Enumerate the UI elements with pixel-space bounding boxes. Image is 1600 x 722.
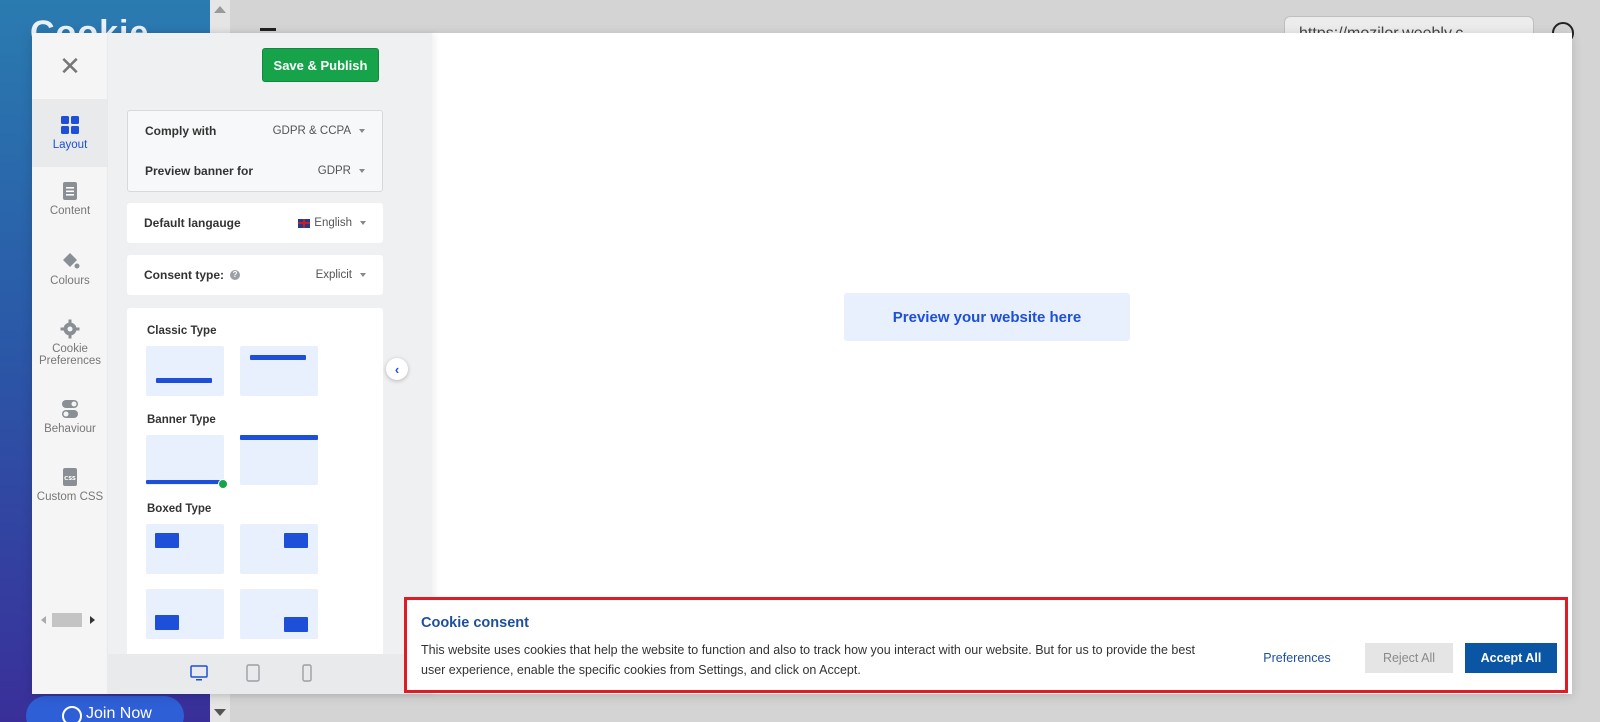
users-icon — [62, 706, 82, 722]
consent-type-label: Consent type: — [144, 268, 225, 282]
thumb-box — [284, 617, 308, 632]
banner-editor-modal: ✕ Layout Content Colours Cookie Preferen… — [32, 33, 1572, 694]
collapse-panel-button[interactable]: ‹ — [386, 358, 408, 380]
grid-icon — [61, 116, 79, 134]
rail-item-label: Content — [49, 205, 91, 217]
chevron-down-icon — [359, 169, 365, 173]
join-now-button[interactable]: Join Now — [26, 696, 184, 722]
preview-placeholder: Preview your website here — [844, 293, 1130, 341]
preview-banner-value: GDPR — [317, 165, 351, 177]
rail-item-label: Cookie Preferences — [38, 343, 101, 367]
toggle-icon — [62, 400, 78, 418]
rail-item-cookie-preferences[interactable]: Cookie Preferences — [32, 319, 108, 367]
gear-icon — [60, 319, 80, 339]
rail-item-layout[interactable]: Layout — [32, 99, 108, 167]
thumb-bar — [250, 355, 306, 360]
classic-type-title: Classic Type — [147, 325, 217, 337]
cookie-title: Cookie consent — [421, 615, 529, 631]
boxed-type-title: Boxed Type — [147, 503, 212, 515]
close-icon[interactable]: ✕ — [59, 51, 81, 82]
preview-banner-row[interactable]: Preview banner for GDPR — [128, 151, 382, 191]
save-publish-button[interactable]: Save & Publish — [262, 48, 379, 82]
consent-type-select[interactable]: Explicit — [316, 269, 366, 281]
chevron-left-icon: ‹ — [394, 361, 400, 377]
rail-item-behaviour[interactable]: Behaviour — [32, 399, 108, 435]
scroll-down-arrow-icon[interactable] — [214, 709, 226, 716]
comply-with-value: GDPR & CCPA — [272, 125, 351, 137]
document-icon — [63, 182, 77, 200]
preview-banner-label: Preview banner for — [145, 164, 254, 178]
boxed-top-right-thumb[interactable] — [240, 524, 318, 574]
consent-card: Consent type: ? Explicit — [127, 255, 383, 295]
boxed-bottom-right-thumb[interactable] — [240, 589, 318, 639]
uk-flag-icon — [298, 218, 311, 228]
editor-rail: ✕ Layout Content Colours Cookie Preferen… — [32, 33, 108, 694]
comply-with-label: Comply with — [145, 124, 217, 138]
chevron-down-icon — [359, 129, 365, 133]
language-value: English — [314, 217, 352, 229]
default-language-label: Default langauge — [144, 216, 241, 230]
cookie-consent-banner: Cookie consent This website uses cookies… — [404, 597, 1568, 693]
join-now-label: Join Now — [86, 705, 152, 722]
consent-type-value: Explicit — [315, 269, 352, 281]
rail-scrollbar[interactable] — [38, 612, 98, 628]
reject-all-button[interactable]: Reject All — [1365, 643, 1453, 673]
chevron-down-icon — [360, 221, 366, 225]
comply-with-select[interactable]: GDPR & CCPA — [273, 125, 365, 137]
device-switcher — [108, 654, 432, 694]
scroll-up-arrow-icon[interactable] — [214, 6, 226, 13]
rail-item-content[interactable]: Content — [32, 181, 108, 217]
thumb-bar — [240, 435, 318, 440]
compliance-card: Comply with GDPR & CCPA Preview banner f… — [127, 110, 383, 192]
rail-item-label: Behaviour — [44, 423, 96, 435]
rail-item-custom-css[interactable]: CSS Custom CSS — [32, 467, 108, 503]
rail-item-label: Colours — [50, 275, 90, 287]
rail-item-label: Layout — [52, 139, 88, 151]
classic-top-thumb[interactable] — [240, 346, 318, 396]
preferences-button[interactable]: Preferences — [1241, 643, 1353, 673]
consent-type-row[interactable]: Consent type: ? Explicit — [127, 255, 383, 295]
thumb-box — [155, 615, 179, 630]
svg-text:CSS: CSS — [64, 476, 76, 482]
close-button[interactable]: ✕ — [32, 33, 108, 99]
cookie-text: This website uses cookies that help the … — [421, 643, 1196, 677]
desktop-icon[interactable] — [190, 664, 208, 682]
language-card: Default langauge English — [127, 203, 383, 243]
selected-check-icon — [218, 479, 228, 489]
rail-item-label: Custom CSS — [36, 491, 104, 503]
language-select[interactable]: English — [298, 217, 366, 229]
banner-type-title: Banner Type — [147, 414, 216, 426]
layout-panel: Save & Publish Comply with GDPR & CCPA P… — [108, 33, 432, 694]
boxed-bottom-left-thumb[interactable] — [146, 589, 224, 639]
rail-item-colours[interactable]: Colours — [32, 251, 108, 287]
thumb-bar — [146, 480, 224, 484]
boxed-top-left-thumb[interactable] — [146, 524, 224, 574]
accept-all-button[interactable]: Accept All — [1465, 643, 1557, 673]
banner-bottom-thumb[interactable] — [146, 435, 228, 489]
tablet-icon[interactable] — [244, 664, 262, 682]
default-language-row[interactable]: Default langauge English — [127, 203, 383, 243]
chevron-down-icon — [360, 273, 366, 277]
preview-banner-select[interactable]: GDPR — [318, 165, 365, 177]
css-file-icon: CSS — [63, 468, 77, 486]
thumb-box — [284, 533, 308, 548]
menu-icon[interactable] — [260, 28, 276, 31]
thumb-bar — [156, 378, 212, 383]
help-icon[interactable]: ? — [230, 270, 241, 280]
paint-bucket-icon — [63, 253, 80, 269]
comply-with-row[interactable]: Comply with GDPR & CCPA — [128, 111, 382, 151]
classic-bottom-thumb[interactable] — [146, 346, 224, 396]
mobile-icon[interactable] — [298, 664, 316, 682]
banner-top-thumb[interactable] — [240, 435, 318, 485]
layout-types-card: Classic Type Banner Type Boxed Type — [127, 308, 383, 658]
thumb-box — [155, 533, 179, 548]
